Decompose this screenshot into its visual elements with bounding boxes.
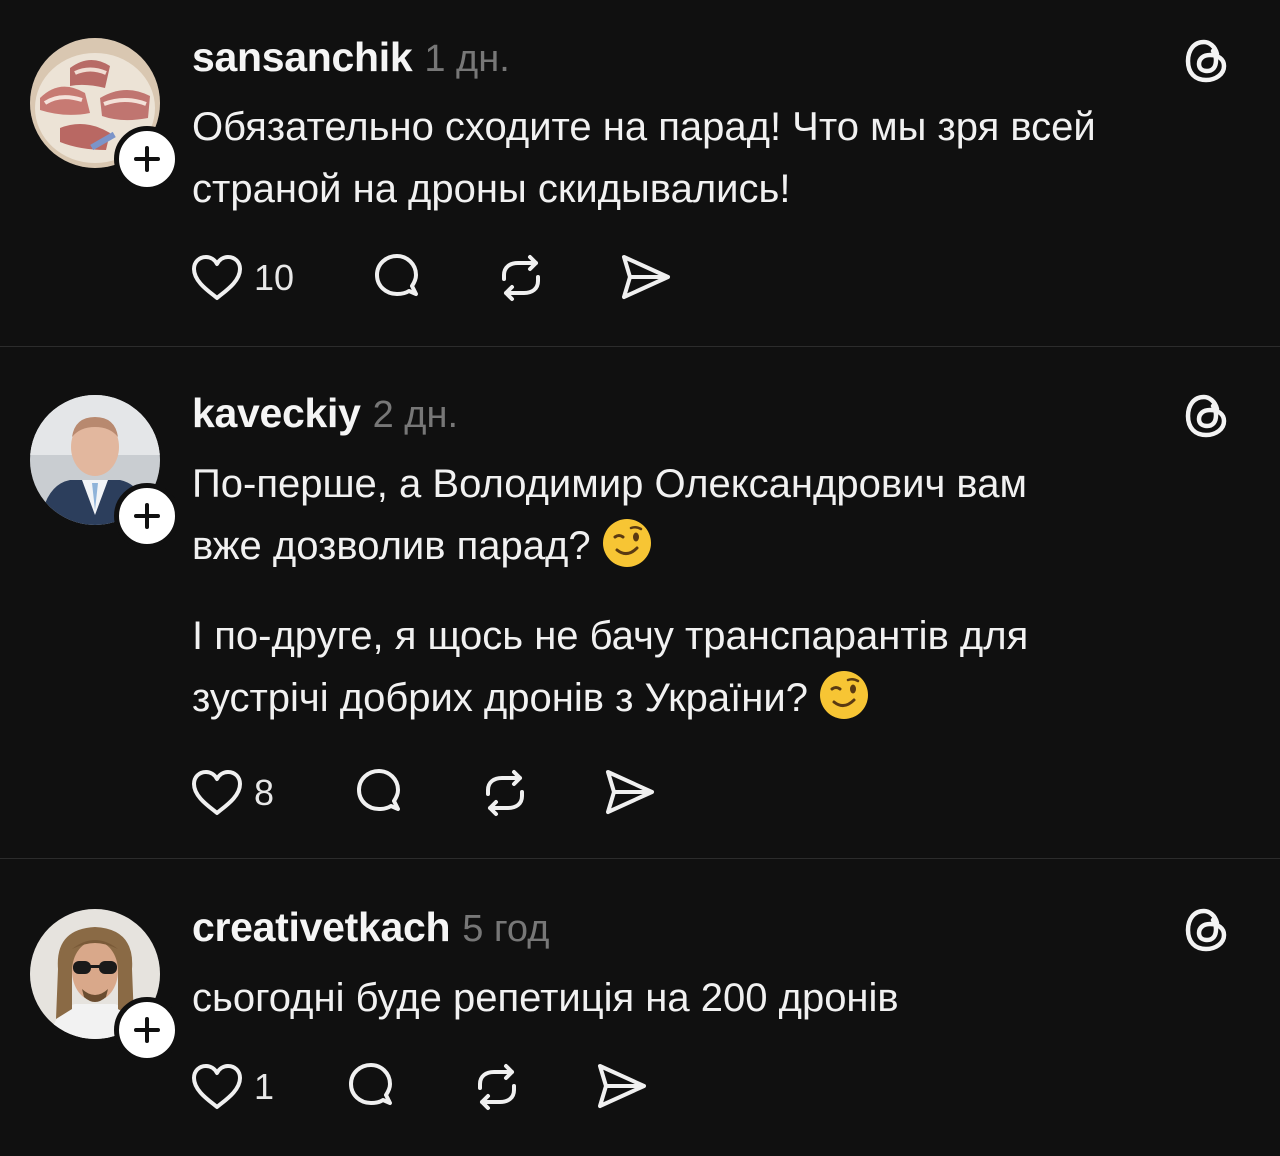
text-line: сьогодні буде репетиція на 200 дронів [192,976,899,1020]
follow-button[interactable] [114,483,180,549]
threads-logo-icon[interactable] [1182,905,1232,955]
text-line: І по-друге, я щось не бачу транспарантів… [192,614,1029,658]
post-text: Обязательно сходите на парад! Что мы зря… [192,96,1252,220]
share-button[interactable] [618,250,674,306]
like-count: 8 [254,772,275,813]
comment-icon [349,1063,392,1105]
repost-icon [502,255,540,301]
text-line-with-emoji: вже дозволив парад? [192,515,1252,577]
post-kaveckiy: kaveckiy 2 дн. По-перше, а Володимир Оле… [0,347,1280,858]
text-line: вже дозволив парад? [192,524,591,568]
like-button[interactable]: 1 [190,1059,274,1115]
repost-icon [478,1064,516,1110]
reply-button[interactable] [370,250,424,306]
comments-feed: sansanchik 1 дн. Обязательно сходите на … [0,0,1280,1156]
heart-icon [192,255,242,300]
threads-logo-icon[interactable] [1182,36,1232,86]
reply-button[interactable] [352,765,406,821]
username[interactable]: kaveckiy [192,390,361,437]
share-button[interactable] [594,1059,650,1115]
text-line: Обязательно сходите на парад! Что мы зря… [192,105,1096,149]
send-icon [606,770,654,814]
share-button[interactable] [602,765,658,821]
follow-button[interactable] [114,126,180,192]
username[interactable]: sansanchik [192,34,413,81]
send-icon [622,255,670,299]
winking-face-emoji [602,519,651,567]
text-line: страной на дроны скидывались! [192,167,791,211]
comment-icon [357,769,400,811]
threads-logo-icon[interactable] [1182,391,1232,441]
repost-icon [486,770,524,816]
post-sansanchik: sansanchik 1 дн. Обязательно сходите на … [0,0,1280,346]
repost-button[interactable] [494,250,548,306]
plus-icon [134,1017,160,1043]
repost-button[interactable] [478,765,532,821]
like-button[interactable]: 8 [190,765,274,821]
repost-button[interactable] [470,1059,524,1115]
avatar-wrap [30,395,180,549]
action-bar: 1 [190,1059,690,1115]
heart-icon [192,1064,242,1109]
post-text: По-перше, а Володимир Олександрович вам … [192,453,1252,729]
post-header: sansanchik 1 дн. [192,34,510,84]
send-icon [598,1064,646,1108]
post-text: сьогодні буде репетиція на 200 дронів [192,967,1252,1029]
paragraph: І по-друге, я щось не бачу транспарантів… [192,605,1252,729]
heart-icon [192,770,242,815]
text-line-with-emoji: зустрічі добрих дронів з України? [192,667,1252,729]
avatar-wrap [30,38,180,192]
username[interactable]: creativetkach [192,904,451,951]
plus-icon [134,146,160,172]
text-line: зустрічі добрих дронів з України? [192,676,808,720]
like-count: 1 [254,1066,275,1107]
follow-button[interactable] [114,997,180,1063]
like-button[interactable]: 10 [190,250,294,306]
like-count: 10 [254,257,295,298]
timestamp: 2 дн. [372,394,459,436]
post-header: creativetkach 5 год [192,904,549,954]
plus-icon [134,503,160,529]
timestamp: 5 год [462,908,550,950]
avatar-wrap [30,909,180,1063]
post-creativetkach: creativetkach 5 год сьогодні буде репети… [0,859,1280,1156]
timestamp: 1 дн. [424,38,510,80]
reply-button[interactable] [344,1059,398,1115]
winking-face-emoji [819,671,868,719]
text-line: По-перше, а Володимир Олександрович вам [192,462,1027,506]
post-header: kaveckiy 2 дн. [192,390,458,440]
comment-icon [375,254,418,296]
action-bar: 10 [190,250,690,306]
action-bar: 8 [190,765,690,821]
